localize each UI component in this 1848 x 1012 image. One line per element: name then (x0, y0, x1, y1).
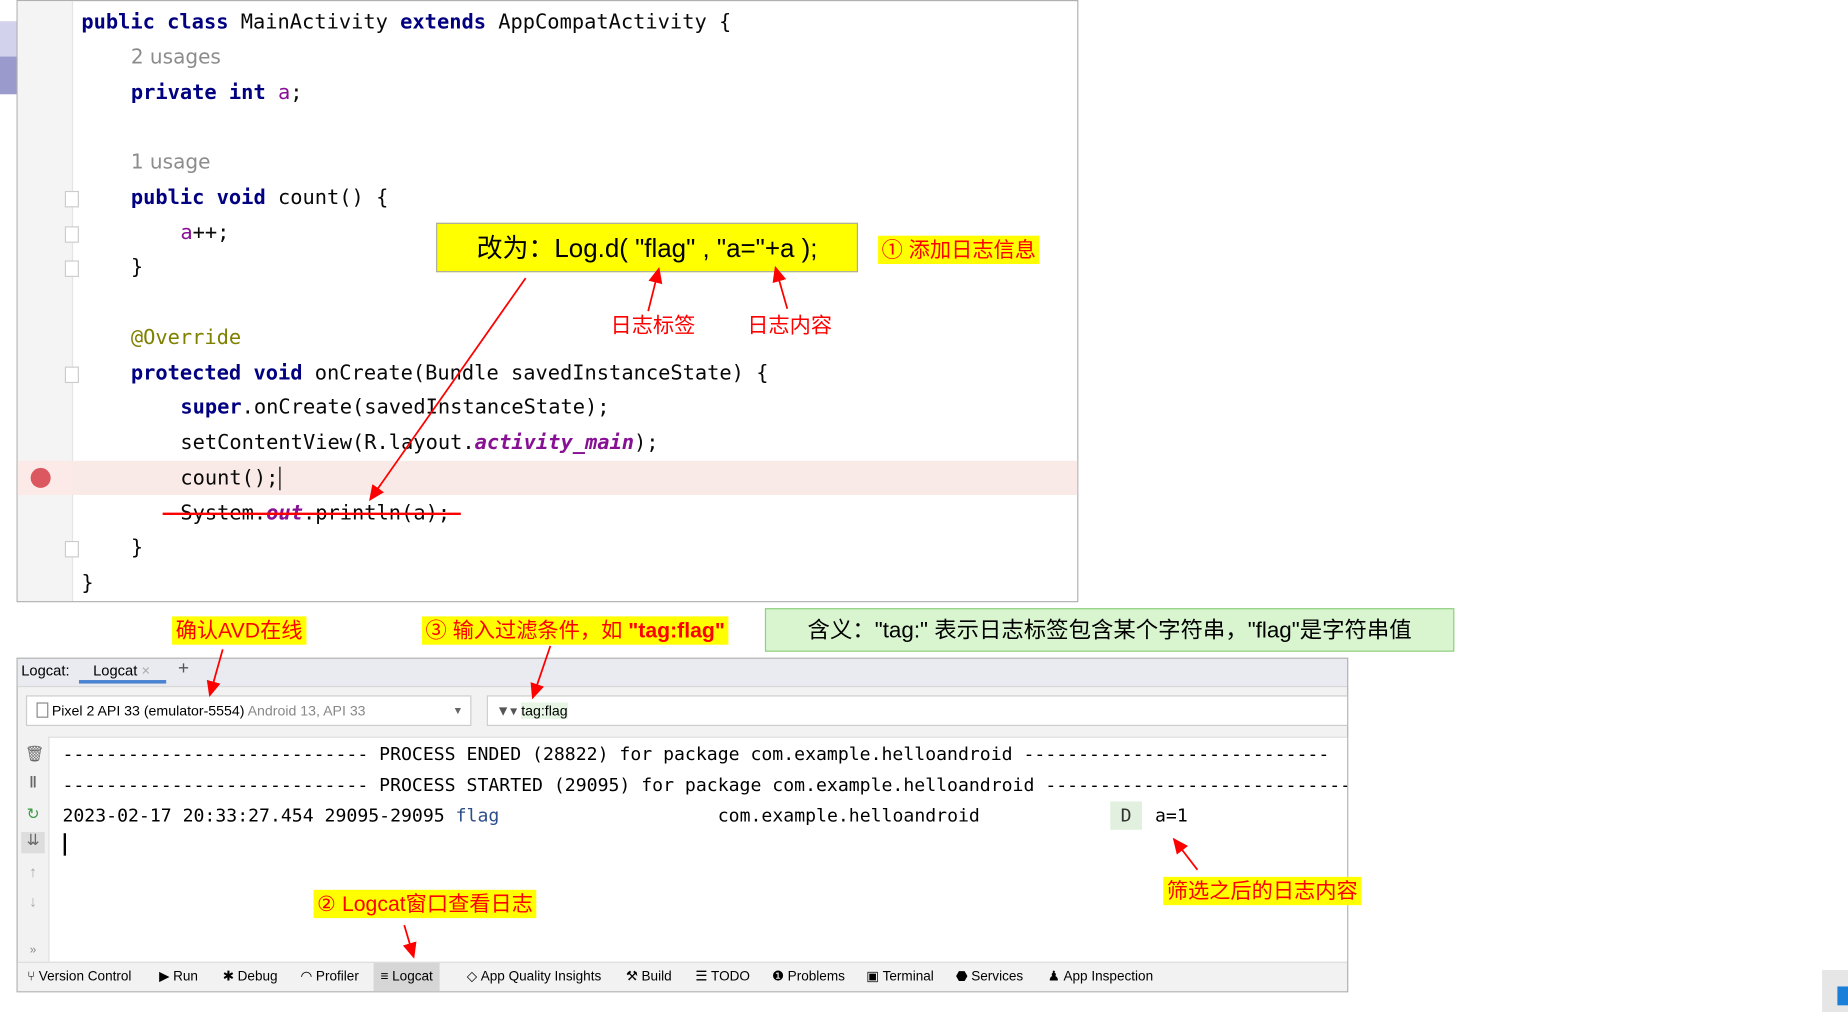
arrow (647, 266, 663, 312)
arrow (402, 924, 417, 959)
arrow (772, 265, 789, 310)
arrow (1172, 837, 1199, 871)
annotation-arrows (162, 265, 1199, 959)
arrow (530, 645, 552, 700)
arrow (206, 649, 224, 698)
arrow (369, 277, 527, 502)
